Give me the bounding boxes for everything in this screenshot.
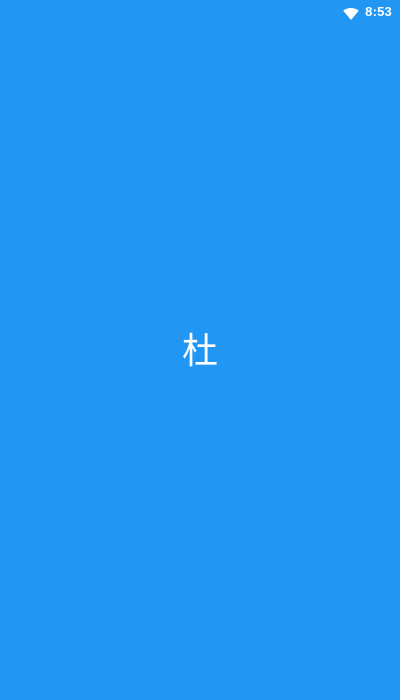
splash-screen: 8:53 杜 bbox=[0, 0, 400, 700]
status-time: 8:53 bbox=[365, 3, 392, 19]
splash-logo-character: 杜 bbox=[181, 331, 218, 372]
wifi-icon bbox=[343, 5, 359, 20]
status-bar: 8:53 bbox=[0, 0, 400, 22]
